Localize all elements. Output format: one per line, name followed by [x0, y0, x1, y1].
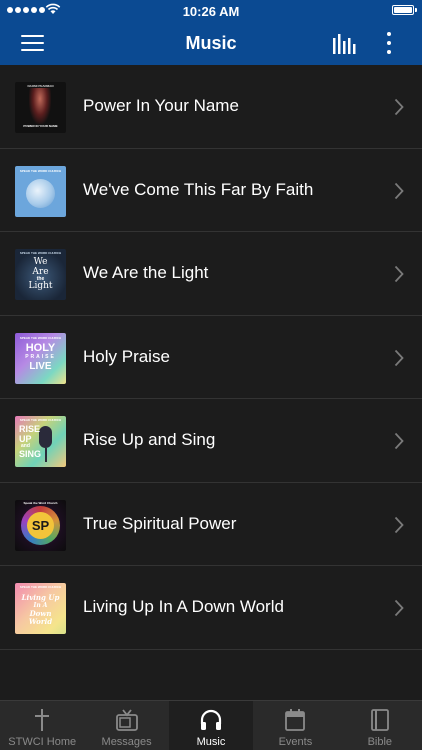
tv-icon [115, 709, 138, 731]
album-title: True Spiritual Power [83, 513, 237, 533]
album-title: Rise Up and Sing [83, 430, 216, 449]
chevron-right-icon [394, 432, 404, 450]
album-row[interactable]: SPEAK THE WORD CHURCH We've Come This Fa… [0, 149, 422, 232]
tab-label: STWCI Home [8, 736, 77, 748]
tab-label: Messages [101, 736, 152, 748]
album-art-text: POWER IN YOUR NAME [23, 124, 58, 128]
album-art-text: HOLY [25, 341, 56, 354]
album-art: SPEAK THE WORD CHURCH RISE UP and SING [15, 416, 66, 467]
album-art-text: PRAISE [25, 353, 56, 360]
album-title: Living Up In A Down World [83, 597, 284, 616]
status-bar: 10:26 AM [0, 0, 422, 22]
album-row[interactable]: SPEAK THE WORD CHURCH Living Up In A Dow… [0, 566, 422, 650]
chevron-right-icon [394, 599, 404, 617]
album-art-text: SPEAK THE WORD CHURCH [19, 335, 62, 340]
more-options-icon[interactable] [385, 32, 393, 56]
chevron-right-icon [394, 98, 404, 116]
album-row[interactable]: SPEAK THE WORD CHURCH RISE UP and SING R… [0, 399, 422, 483]
album-art-text: SPEAK THE WORD CHURCH [19, 168, 62, 173]
cross-icon [35, 709, 50, 731]
chevron-right-icon [394, 349, 404, 366]
album-art-text: RISE [19, 424, 41, 434]
header-bar: Music [0, 22, 422, 65]
album-art: SPEAK THE WORD CHURCH Living Up In A Dow… [15, 583, 66, 634]
album-title: Holy Praise [83, 346, 170, 366]
chevron-right-icon [394, 265, 404, 283]
tab-label: Music [196, 736, 226, 748]
status-time: 10:26 AM [182, 4, 240, 19]
album-art-text: SING [19, 449, 42, 459]
album-art-text: SPEAK THE WORD CHURCH [19, 418, 62, 422]
album-art-text: SPEAK THE WORD CHURCH [19, 251, 62, 255]
page-title: Music [185, 33, 237, 53]
album-art-text: LIVE [29, 360, 52, 372]
album-art-text: SP [31, 517, 50, 533]
battery-icon [392, 5, 417, 15]
album-title: We Are the Light [83, 263, 209, 282]
album-art-text: Down [29, 609, 52, 618]
album-art: SPEAK THE WORD CHURCH HOLY PRAISE LIVE [15, 332, 66, 384]
album-art: SPEAK THE WORD CHURCH We Are the Light [15, 249, 66, 300]
tab-label: Bible [367, 736, 393, 748]
album-row[interactable]: SPEAK THE WORD CHURCH We Are the Light W… [0, 232, 422, 316]
book-icon [370, 709, 389, 731]
tab-events[interactable]: Events [253, 701, 337, 750]
album-art-text: Light [28, 281, 53, 291]
tab-stwci-home[interactable]: STWCI Home [0, 701, 84, 750]
album-art: SPEAK THE WORD CHURCH [15, 165, 66, 217]
album-art-text: Living Up [21, 593, 60, 602]
album-row[interactable]: Speak the Word Church SP True Spiritual … [0, 483, 422, 566]
tab-music[interactable]: Music [168, 701, 254, 750]
album-title: Power In Your Name [83, 96, 239, 115]
calendar-icon [285, 709, 306, 731]
tab-messages[interactable]: Messages [84, 701, 168, 750]
album-art-text: Speak the Word Church [23, 500, 58, 505]
tab-bar: STWCI Home Messages Music Events Bible [0, 700, 422, 750]
album-row[interactable]: NAOMI PEARMAN POWER IN YOUR NAME Power I… [0, 65, 422, 149]
album-row[interactable]: SPEAK THE WORD CHURCH HOLY PRAISE LIVE H… [0, 316, 422, 399]
chevron-right-icon [394, 182, 404, 199]
album-art-text: We [33, 257, 48, 267]
chevron-right-icon [394, 516, 404, 533]
now-playing-bars-icon[interactable] [333, 34, 357, 54]
album-art-text: World [28, 617, 53, 626]
tab-label: Events [278, 736, 313, 748]
album-title: We've Come This Far By Faith [83, 179, 314, 199]
album-art-text: SPEAK THE WORD CHURCH [19, 585, 62, 589]
album-art: Speak the Word Church SP [15, 499, 66, 551]
tab-bible[interactable]: Bible [338, 701, 422, 750]
album-list: NAOMI PEARMAN POWER IN YOUR NAME Power I… [0, 65, 422, 650]
headphones-icon [200, 709, 222, 730]
album-art-text: NAOMI PEARMAN [27, 84, 54, 88]
album-art: NAOMI PEARMAN POWER IN YOUR NAME [15, 82, 66, 133]
